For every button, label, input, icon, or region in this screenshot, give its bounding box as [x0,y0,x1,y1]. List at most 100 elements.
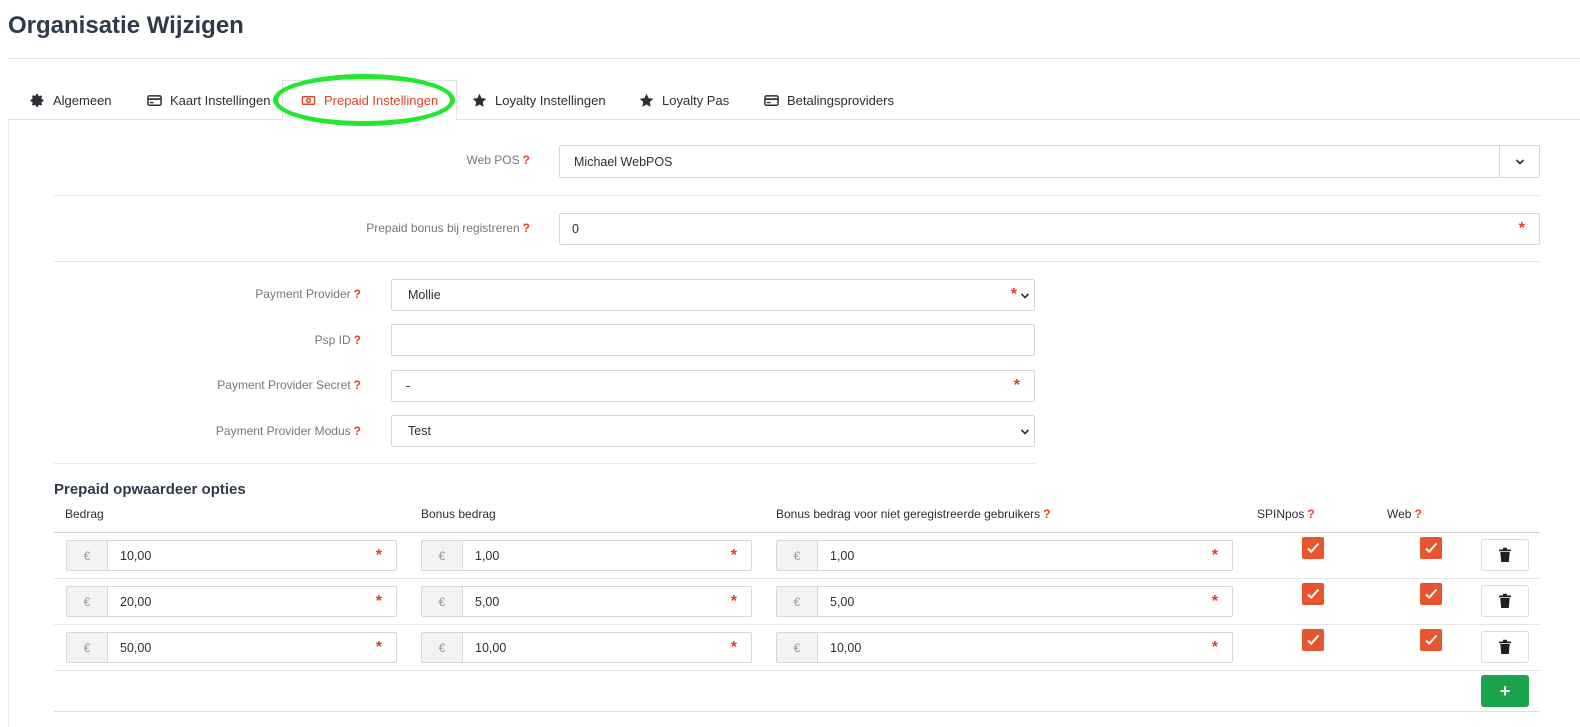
input-value: 50,00 [120,640,152,655]
bonus-unregistered-input[interactable]: 1,00 * [817,540,1233,571]
tab-algemeen[interactable]: Algemeen [26,80,116,120]
provider-secret-value: - [406,379,411,393]
bonus-input[interactable]: 10,00 * [462,632,752,663]
input-value: 10,00 [475,640,507,655]
provider-mode-value: Test [408,424,431,438]
table-header-divider [54,532,1540,533]
cash-icon [301,96,316,105]
payment-provider-select[interactable]: Mollie * [391,279,1035,311]
column-header-bonus-unregistered: Bonus bedrag voor niet geregistreerde ge… [776,507,1051,521]
currency-addon: € [66,540,107,571]
amount-input[interactable]: 20,00 * [107,586,397,617]
column-header-bonus: Bonus bedrag [421,507,496,521]
help-icon[interactable]: ? [1414,507,1421,521]
help-icon[interactable]: ? [523,221,530,235]
help-icon[interactable]: ? [1043,507,1050,521]
help-icon[interactable]: ? [354,424,361,438]
web-pos-label: Web POS? [466,153,530,167]
input-value: 10,00 [120,548,152,563]
card-icon [147,94,162,106]
required-icon: * [375,593,382,610]
required-icon: * [1010,286,1017,303]
help-icon[interactable]: ? [354,287,361,301]
spinpos-checkbox[interactable] [1302,629,1324,651]
trash-icon [1498,593,1512,609]
tab-label: Prepaid Instellingen [324,93,439,108]
currency-addon: € [776,632,817,663]
psp-id-input[interactable] [391,324,1035,356]
tab-label: Kaart Instellingen [170,92,271,108]
provider-secret-label: Payment Provider Secret? [217,378,361,392]
web-checkbox[interactable] [1420,537,1442,559]
required-icon: * [730,639,737,656]
tab-label: Algemeen [53,92,112,108]
web-pos-select[interactable]: Michael WebPOS [559,145,1540,178]
divider [54,195,1540,196]
tab-prepaid-instellingen[interactable]: Prepaid Instellingen [282,80,458,121]
provider-mode-select[interactable]: Test [391,415,1035,447]
currency-addon: € [66,632,107,663]
amount-input[interactable]: 50,00 * [107,632,397,663]
required-icon: * [1211,593,1218,610]
page-title: Organisatie Wijzigen [8,12,244,39]
bonus-unregistered-input[interactable]: 10,00 * [817,632,1233,663]
card-icon [764,94,779,106]
column-header-spinpos: SPINpos? [1257,507,1315,521]
required-icon: * [1518,220,1525,237]
input-value: 1,00 [475,548,500,563]
web-pos-value: Michael WebPOS [574,154,673,169]
provider-secret-input[interactable]: - * [391,370,1035,402]
input-value: 5,00 [830,594,855,609]
currency-addon: € [421,632,462,663]
delete-row-button[interactable] [1481,539,1529,571]
web-checkbox[interactable] [1420,629,1442,651]
trash-icon [1498,639,1512,655]
psp-id-label: Psp ID? [314,333,361,347]
bonus-unregistered-input[interactable]: 5,00 * [817,586,1233,617]
tab-betalingsproviders[interactable]: Betalingsproviders [760,80,898,120]
star-icon [472,93,487,107]
required-icon: * [1013,377,1020,394]
delete-row-button[interactable] [1481,631,1529,663]
row-divider [54,624,1540,625]
delete-row-button[interactable] [1481,585,1529,617]
prepaid-bonus-value: 0 [572,222,579,236]
spinpos-checkbox[interactable] [1302,537,1324,559]
bonus-input[interactable]: 1,00 * [462,540,752,571]
prepaid-bonus-input[interactable]: 0 * [559,213,1540,245]
column-header-amount: Bedrag [65,507,104,521]
required-icon: * [730,593,737,610]
bonus-input[interactable]: 5,00 * [462,586,752,617]
required-icon: * [730,547,737,564]
star-icon [639,93,654,107]
required-icon: * [375,639,382,656]
tab-label: Loyalty Instellingen [495,92,606,108]
trash-icon [1498,547,1512,563]
currency-addon: € [776,586,817,617]
gear-icon [30,93,44,107]
currency-addon: € [66,586,107,617]
spinpos-checkbox[interactable] [1302,583,1324,605]
currency-addon: € [421,540,462,571]
help-icon[interactable]: ? [523,153,530,167]
amount-input[interactable]: 10,00 * [107,540,397,571]
currency-addon: € [776,540,817,571]
dropdown-toggle[interactable] [1499,146,1539,177]
add-row-button[interactable]: + [1481,675,1529,707]
tab-label: Betalingsproviders [787,92,894,108]
tab-loyalty-instellingen[interactable]: Loyalty Instellingen [468,80,610,120]
input-value: 10,00 [830,640,862,655]
input-value: 20,00 [120,594,152,609]
required-icon: * [1211,547,1218,564]
tab-kaart-instellingen[interactable]: Kaart Instellingen [143,80,274,120]
web-checkbox[interactable] [1420,583,1442,605]
input-value: 1,00 [830,548,855,563]
payment-provider-value: Mollie [408,288,441,302]
help-icon[interactable]: ? [1307,507,1314,521]
help-icon[interactable]: ? [354,333,361,347]
column-header-web: Web? [1387,507,1422,521]
payment-provider-label: Payment Provider? [255,287,361,301]
help-icon[interactable]: ? [354,378,361,392]
chevron-down-icon [1020,293,1030,299]
tab-loyalty-pas[interactable]: Loyalty Pas [635,80,733,120]
